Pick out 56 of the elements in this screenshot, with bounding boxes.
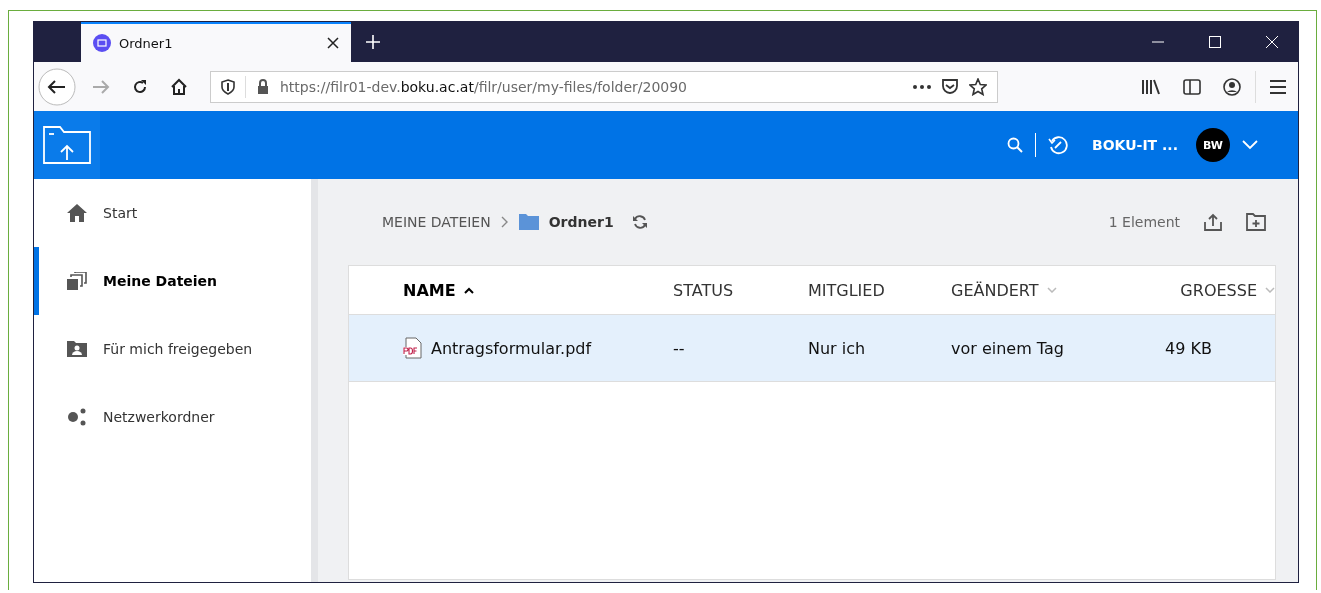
reload-icon[interactable] bbox=[132, 78, 148, 95]
new-tab-icon[interactable] bbox=[365, 34, 381, 50]
sort-ascending-icon bbox=[463, 286, 474, 294]
sidebar-item[interactable]: Start bbox=[34, 179, 311, 247]
shared-folder-icon bbox=[67, 340, 87, 358]
sidebar-icon[interactable] bbox=[1183, 78, 1201, 95]
folder-upload-logo-icon[interactable] bbox=[43, 126, 91, 164]
stacked-files-icon bbox=[67, 272, 87, 290]
upload-icon[interactable] bbox=[1204, 213, 1222, 231]
more-icon[interactable] bbox=[913, 84, 931, 89]
browser-tab[interactable]: Ordner1 bbox=[81, 22, 351, 62]
folder-icon bbox=[518, 214, 539, 230]
column-header[interactable]: STATUS bbox=[673, 280, 808, 300]
search-icon[interactable] bbox=[1007, 137, 1024, 153]
new-folder-icon[interactable] bbox=[1246, 213, 1266, 231]
home-icon bbox=[67, 204, 87, 222]
network-icon bbox=[67, 408, 87, 426]
table-cell-text: Nur ich bbox=[808, 338, 867, 358]
table-cell-text: 49 KB bbox=[1164, 338, 1213, 358]
back-icon[interactable] bbox=[38, 67, 76, 106]
table-cell-text: vor einem Tag bbox=[951, 338, 1065, 358]
column-header[interactable]: MITGLIED bbox=[808, 280, 951, 300]
sidebar-item[interactable]: Netzwerkordner bbox=[34, 383, 311, 451]
folder-favicon bbox=[93, 34, 111, 52]
menu-icon[interactable] bbox=[1270, 79, 1286, 94]
user-name[interactable]: BOKU-IT ... bbox=[1092, 137, 1178, 153]
maximize-icon[interactable] bbox=[1209, 36, 1221, 48]
sidebar-item[interactable]: Meine Dateien bbox=[34, 247, 311, 315]
library-icon[interactable] bbox=[1141, 78, 1161, 95]
table-cell: Antragsformular.pdf bbox=[349, 337, 673, 359]
home-icon[interactable] bbox=[170, 77, 188, 96]
url-text: https://filr01-dev.boku.ac.at/filr/user/my-files/folder/20090 bbox=[280, 78, 688, 95]
pocket-icon[interactable] bbox=[941, 78, 959, 95]
chevron-down-icon bbox=[1265, 287, 1275, 293]
user-avatar[interactable]: BW bbox=[1196, 128, 1230, 162]
file-row[interactable]: Antragsformular.pdf -- Nur ich vor einem Tag 49 KB bbox=[349, 315, 1275, 382]
chevron-down-icon bbox=[1046, 287, 1057, 293]
table-cell-text: -- bbox=[673, 338, 686, 358]
sidebar-item[interactable]: Für mich freigegeben bbox=[34, 315, 311, 383]
account-icon[interactable] bbox=[1223, 77, 1241, 96]
pdf-file-icon bbox=[403, 337, 423, 359]
star-icon[interactable] bbox=[969, 77, 987, 96]
breadcrumb-link[interactable]: MEINE DATEIEN bbox=[382, 214, 491, 230]
column-header[interactable]: GROESSE bbox=[1151, 280, 1275, 300]
lock-icon bbox=[256, 78, 270, 95]
column-header[interactable]: GEÄNDERT bbox=[951, 280, 1151, 300]
refresh-icon[interactable] bbox=[631, 214, 648, 230]
breadcrumb-current: Ordner1 bbox=[548, 214, 614, 230]
chevron-down-icon[interactable] bbox=[1242, 140, 1258, 150]
close-icon[interactable] bbox=[327, 37, 339, 49]
chevron-right-icon bbox=[500, 216, 509, 228]
address-field[interactable]: https://filr01-dev.boku.ac.at/filr/user/my-files/folder/20090 bbox=[210, 70, 998, 103]
shield-icon bbox=[221, 78, 235, 95]
history-icon[interactable] bbox=[1048, 135, 1069, 155]
column-header[interactable]: NAME bbox=[349, 280, 673, 300]
item-count: 1 Element bbox=[1108, 214, 1180, 230]
